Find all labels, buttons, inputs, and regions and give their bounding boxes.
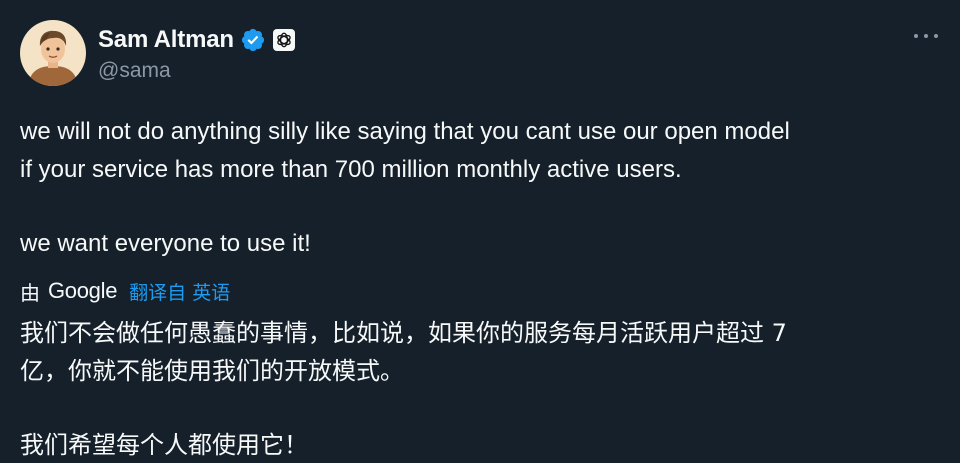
avatar[interactable] (20, 20, 86, 86)
avatar-illustration (20, 20, 86, 86)
translated-text: 我们不会做任何愚蠢的事情，比如说，如果你的服务每月活跃用户超过 7 亿，你就不能… (20, 314, 950, 463)
tweet-line: we will not do anything silly like sayin… (20, 118, 790, 145)
translated-line: 我们希望每个人都使用它！ (20, 431, 308, 459)
google-logo: Google (48, 278, 118, 303)
translated-from-link[interactable]: 翻译自 英语 (129, 278, 230, 305)
author-identity: Sam Altman @sama (98, 23, 295, 83)
tweet-header: Sam Altman @sama (20, 20, 295, 86)
openai-logo-icon[interactable] (272, 29, 295, 51)
name-row: Sam Altman (98, 23, 295, 57)
translation-by-label: 由 (20, 280, 40, 305)
author-display-name[interactable]: Sam Altman (98, 26, 234, 54)
translation-attribution: 由 Google 翻译自 英语 (20, 274, 230, 308)
translated-line: 亿，你就不能使用我们的开放模式。 (20, 357, 404, 385)
tweet-card: Sam Altman @sama we will not do anything… (0, 0, 960, 463)
tweet-line: if your service has more than 700 millio… (20, 156, 682, 183)
dot (914, 34, 918, 38)
tweet-line: we want everyone to use it! (20, 230, 311, 257)
verified-badge-icon[interactable] (240, 27, 266, 53)
author-handle[interactable]: @sama (98, 59, 295, 83)
dot (924, 34, 928, 38)
dot (934, 34, 938, 38)
tweet-text: we will not do anything silly like sayin… (20, 113, 945, 263)
translated-line: 我们不会做任何愚蠢的事情，比如说，如果你的服务每月活跃用户超过 7 (20, 319, 787, 347)
more-horizontal-icon[interactable] (914, 24, 938, 48)
